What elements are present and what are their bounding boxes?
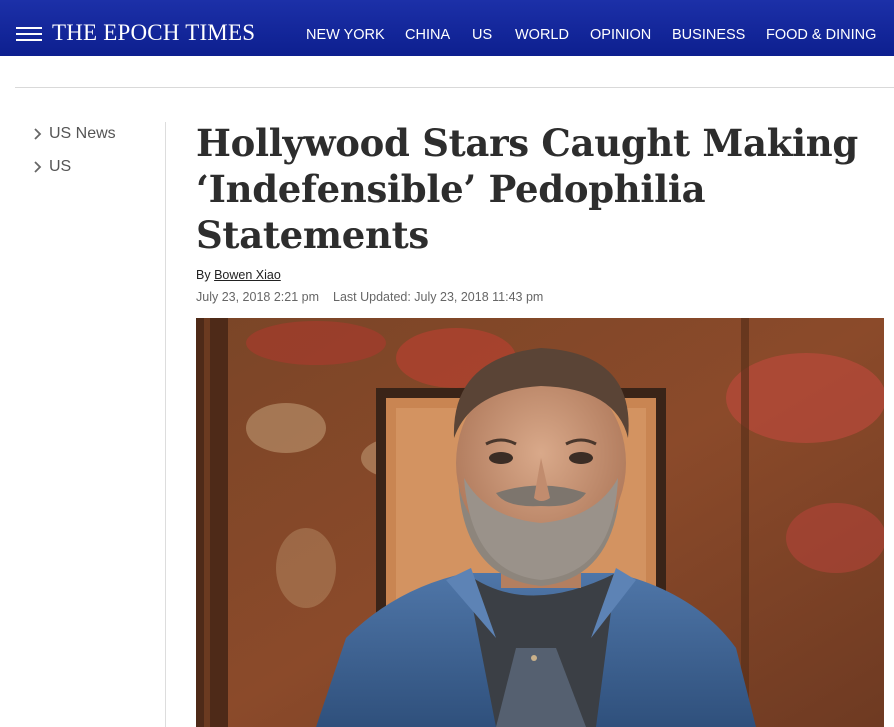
sidebar-divider (165, 122, 166, 727)
chevron-right-icon (34, 128, 42, 140)
sidebar-item-label: US (49, 158, 72, 175)
author-link[interactable]: Bowen Xiao (214, 268, 281, 282)
article-dates: July 23, 2018 2:21 pm Last Updated: July … (196, 290, 543, 304)
nav-item-food-dining[interactable]: FOOD & DINING (766, 27, 876, 43)
nav-item-world[interactable]: WORLD (515, 27, 569, 43)
nav-item-new-york[interactable]: NEW YORK (306, 27, 385, 43)
nav-item-us[interactable]: US (472, 27, 492, 43)
chevron-right-icon (34, 161, 42, 173)
article-photo (196, 318, 884, 727)
top-nav-bar: THE EPOCH TIMES NEW YORK CHINA US WORLD … (0, 0, 894, 56)
byline: By Bowen Xiao (196, 268, 281, 282)
sidebar-item-us[interactable]: US (32, 158, 71, 176)
sidebar-item-us-news[interactable]: US News (32, 125, 116, 143)
article-headline: Hollywood Stars Caught Making ‘Indefensi… (196, 121, 858, 257)
nav-item-opinion[interactable]: OPINION (590, 27, 651, 43)
nav-item-business[interactable]: BUSINESS (672, 27, 745, 43)
published-date: July 23, 2018 2:21 pm (196, 290, 319, 304)
byline-prefix: By (196, 268, 211, 282)
nav-item-china[interactable]: CHINA (405, 27, 450, 43)
updated-date: Last Updated: July 23, 2018 11:43 pm (333, 290, 544, 304)
site-logo[interactable]: THE EPOCH TIMES (52, 20, 255, 46)
header-divider (15, 87, 894, 88)
hamburger-menu-icon[interactable] (16, 27, 42, 41)
article-hero-image[interactable] (196, 318, 884, 727)
sidebar-item-label: US News (49, 125, 116, 142)
